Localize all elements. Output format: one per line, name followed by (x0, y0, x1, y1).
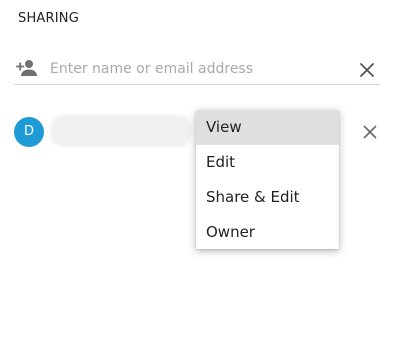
menu-item-share-and-edit[interactable]: Share & Edit (196, 180, 339, 215)
invite-input[interactable] (50, 58, 350, 80)
member-name-redacted (52, 117, 190, 145)
menu-item-view[interactable]: View (196, 110, 339, 145)
person-add-icon (16, 59, 38, 77)
permission-dropdown-menu: View Edit Share & Edit Owner (196, 110, 339, 249)
menu-item-edit[interactable]: Edit (196, 145, 339, 180)
clear-input-close-icon[interactable] (360, 62, 374, 77)
invite-row (14, 56, 380, 85)
menu-item-owner[interactable]: Owner (196, 215, 339, 250)
sharing-panel: SHARING D View Edit Share & Ed (0, 0, 397, 354)
remove-member-close-icon[interactable] (363, 124, 377, 139)
avatar: D (14, 117, 44, 147)
section-title: SHARING (18, 11, 79, 26)
